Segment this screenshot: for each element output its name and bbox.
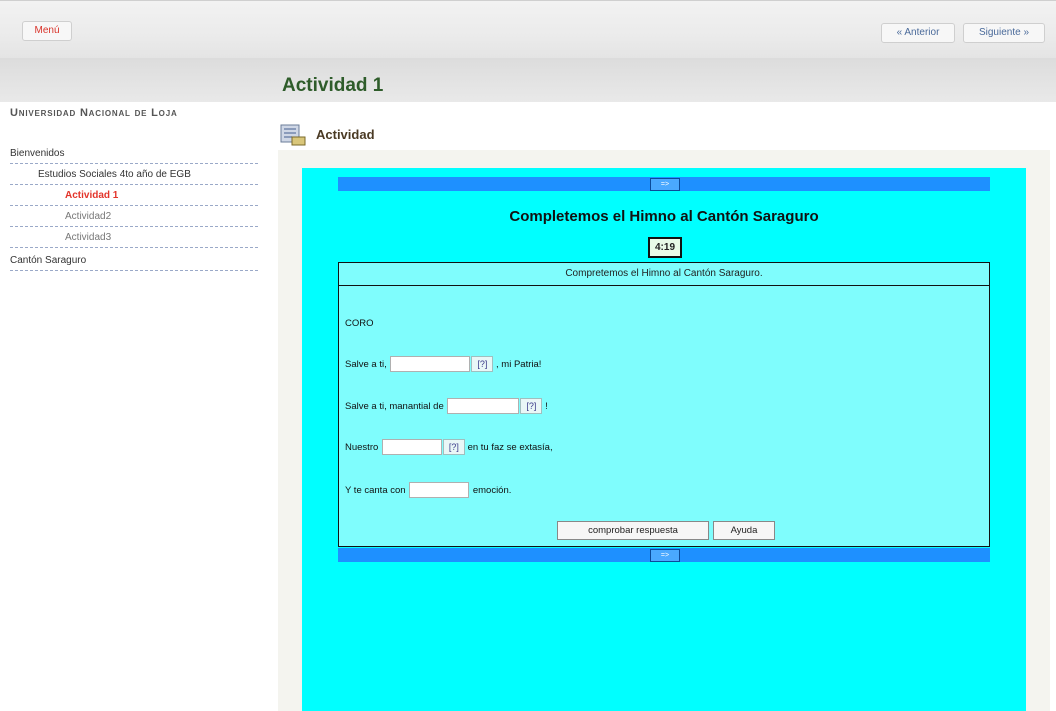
arrow-right-icon[interactable]: =>	[650, 178, 680, 191]
top-nav-strip: =>	[338, 177, 990, 191]
top-navigation-bar: Menú « Anterior Siguiente »	[0, 0, 1056, 59]
game-title: Completemos el Himno al Cantón Saraguro	[509, 208, 819, 225]
verse-text-after: !	[545, 401, 548, 412]
answer-input-3[interactable]	[381, 439, 442, 456]
menu-button[interactable]: Menú	[22, 21, 72, 41]
timer: 4:19	[648, 237, 682, 258]
verse-line-1: Salve a ti, [?] , mi Patria!	[345, 356, 541, 374]
verse-text-before: Salve a ti,	[345, 359, 387, 370]
university-name: Universidad Nacional de Loja	[10, 107, 178, 119]
hint-button-1[interactable]: [?]	[471, 356, 494, 373]
sidebar-item-actividad-3[interactable]: Actividad3	[10, 229, 258, 248]
sidebar-item-actividad-1[interactable]: Actividad 1	[10, 187, 258, 206]
answer-input-2[interactable]	[447, 398, 520, 415]
verse-text-before: Salve a ti, manantial de	[345, 401, 444, 412]
help-button[interactable]: Ayuda	[713, 521, 775, 540]
activity-doc-icon	[280, 124, 306, 146]
answer-input-4[interactable]	[409, 482, 470, 499]
previous-button[interactable]: « Anterior	[881, 23, 955, 43]
sidebar-item-estudios-sociales[interactable]: Estudios Sociales 4to año de EGB	[10, 166, 258, 185]
hint-button-3[interactable]: [?]	[442, 439, 465, 456]
verse-line-4: Y te canta con emoción.	[345, 482, 511, 500]
arrow-right-icon[interactable]: =>	[650, 549, 680, 562]
verse-text-before: Y te canta con	[345, 485, 406, 496]
title-bar	[0, 58, 1056, 102]
sidebar-item-canton-saraguro[interactable]: Cantón Saraguro	[10, 252, 258, 271]
verse-text-after: , mi Patria!	[496, 359, 542, 370]
exercise-panel: Compretemos el Himno al Cantón Saraguro.…	[338, 262, 990, 547]
answer-input-1[interactable]	[390, 356, 471, 373]
hint-button-2[interactable]: [?]	[520, 398, 543, 415]
sidebar-item-actividad-2[interactable]: Actividad2	[10, 208, 258, 227]
instruction-text: Compretemos el Himno al Cantón Saraguro.	[339, 263, 989, 286]
verse-text-after: en tu faz se extasía,	[467, 442, 553, 453]
bottom-nav-strip: =>	[338, 548, 990, 562]
sidebar-item-bienvenidos[interactable]: Bienvenidos	[10, 145, 258, 164]
verse-line-3: Nuestro [?] en tu faz se extasía,	[345, 439, 553, 457]
verse-line-2: Salve a ti, manantial de [?] !	[345, 398, 548, 416]
section-label: CORO	[345, 318, 374, 329]
page-title: Actividad 1	[282, 75, 384, 96]
next-button[interactable]: Siguiente »	[963, 23, 1045, 43]
verse-text-after: emoción.	[472, 485, 512, 496]
verse-text-before: Nuestro	[345, 442, 379, 453]
check-answer-button[interactable]: comprobar respuesta	[557, 521, 709, 540]
activity-header: Actividad	[316, 127, 375, 142]
